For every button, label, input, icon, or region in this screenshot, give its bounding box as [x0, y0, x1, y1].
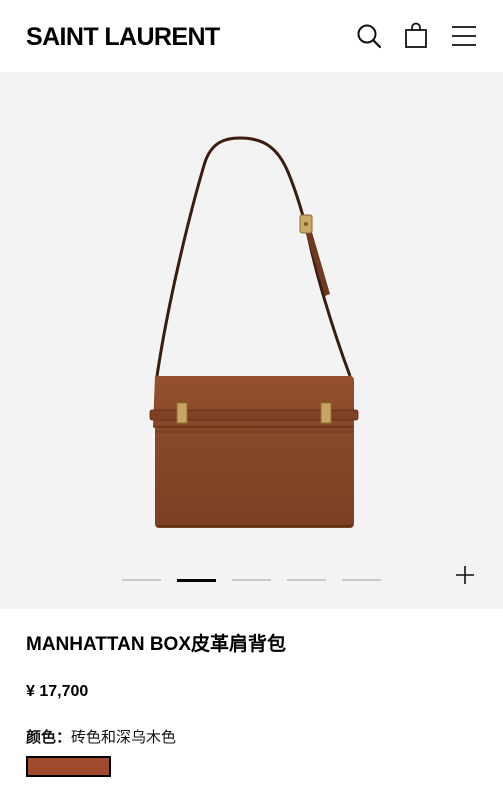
product-image-gallery[interactable] — [0, 72, 503, 609]
site-header: SAINT LAURENT — [0, 0, 503, 72]
menu-icon[interactable] — [450, 22, 478, 50]
product-title: MANHATTAN BOX皮革肩背包 — [26, 634, 286, 655]
color-label: 颜色： — [26, 729, 72, 746]
gallery-dot[interactable] — [232, 579, 271, 581]
color-value: 砖色和深乌木色 — [71, 729, 177, 746]
color-info: 颜色：砖色和深乌木色 — [26, 728, 176, 748]
shopping-bag-icon[interactable] — [402, 22, 430, 50]
gallery-dot[interactable] — [122, 579, 161, 581]
brand-logo[interactable]: SAINT LAURENT — [26, 22, 220, 52]
gallery-dot[interactable] — [287, 579, 326, 581]
plus-icon[interactable] — [455, 565, 475, 585]
gallery-pagination — [122, 578, 392, 583]
search-icon[interactable] — [355, 22, 383, 50]
product-price: ¥ 17,700 — [26, 683, 89, 700]
gallery-dot-active[interactable] — [177, 578, 216, 582]
color-swatch[interactable] — [26, 756, 111, 777]
gallery-dot[interactable] — [342, 579, 381, 581]
product-image — [149, 136, 359, 528]
